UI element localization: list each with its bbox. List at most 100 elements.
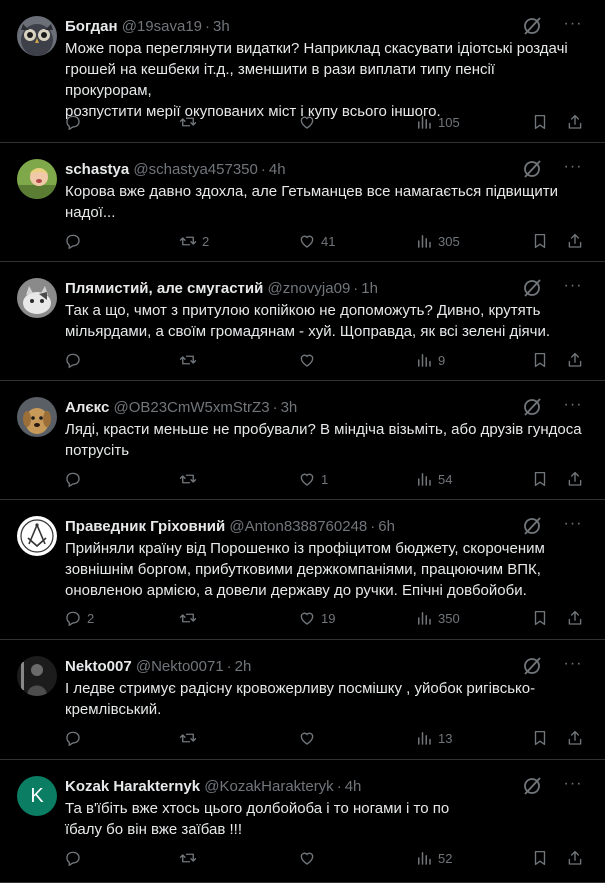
more-icon[interactable]: ···: [561, 775, 585, 797]
bookmark-button[interactable]: [531, 608, 549, 628]
avatar[interactable]: K: [17, 776, 57, 816]
more-icon[interactable]: ···: [561, 15, 585, 37]
retweet-button[interactable]: [179, 608, 202, 628]
bookmark-button[interactable]: [531, 112, 549, 132]
avatar[interactable]: [17, 278, 57, 318]
author-name[interactable]: Праведник Гріховний: [65, 518, 225, 535]
views-button[interactable]: 350: [415, 608, 460, 628]
retweet-button[interactable]: [179, 848, 202, 868]
retweet-button[interactable]: [179, 469, 202, 489]
retweet-button[interactable]: [179, 112, 202, 132]
bookmark-button[interactable]: [531, 231, 549, 251]
share-button[interactable]: [566, 728, 584, 748]
like-button[interactable]: 1: [298, 469, 328, 489]
more-icon[interactable]: ···: [561, 158, 585, 180]
tweet[interactable]: K Kozak Harakternyk @KozakHarakteryk · 4h …: [0, 760, 605, 883]
more-icon[interactable]: ···: [561, 396, 585, 418]
views-icon: [418, 235, 431, 248]
grok-icon[interactable]: [521, 396, 543, 418]
like-button[interactable]: [298, 112, 321, 132]
author-handle[interactable]: @Anton8388760248: [229, 518, 367, 535]
timestamp[interactable]: 1h: [361, 280, 378, 297]
grok-icon[interactable]: [521, 277, 543, 299]
share-button[interactable]: [566, 848, 584, 868]
avatar[interactable]: [17, 159, 57, 199]
timestamp[interactable]: 3h: [281, 399, 298, 416]
timestamp[interactable]: 4h: [345, 778, 362, 795]
reply-button[interactable]: [64, 231, 87, 251]
views-button[interactable]: 54: [415, 469, 452, 489]
share-icon: [568, 114, 582, 129]
author-handle[interactable]: @KozakHarakteryk: [204, 778, 333, 795]
retweet-button[interactable]: [179, 728, 202, 748]
tweet-text-line: зовнішнім боргом, прибутковими держкомпа…: [65, 561, 541, 578]
author-name[interactable]: Nekto007: [65, 658, 132, 675]
retweet-button[interactable]: [179, 350, 202, 370]
grok-icon[interactable]: [521, 775, 543, 797]
avatar[interactable]: [17, 397, 57, 437]
tweet[interactable]: schastya @schastya457350 · 4h ··· Корова в…: [0, 143, 605, 262]
like-icon: [300, 612, 314, 625]
like-icon: [300, 354, 314, 367]
views-button[interactable]: 9: [415, 350, 445, 370]
like-button[interactable]: [298, 728, 321, 748]
share-button[interactable]: [566, 469, 584, 489]
author-name[interactable]: Богдан: [65, 18, 118, 35]
avatar[interactable]: [17, 516, 57, 556]
reply-button[interactable]: [64, 112, 87, 132]
timestamp[interactable]: 2h: [235, 658, 252, 675]
like-button[interactable]: 19: [298, 608, 335, 628]
share-button[interactable]: [566, 112, 584, 132]
views-button[interactable]: 105: [415, 112, 460, 132]
avatar[interactable]: [17, 16, 57, 56]
tweet[interactable]: Праведник Гріховний @Anton8388760248 · 6h …: [0, 500, 605, 640]
grok-icon[interactable]: [521, 515, 543, 537]
timestamp[interactable]: 6h: [378, 518, 395, 535]
author-handle[interactable]: @znovyja09: [268, 280, 351, 297]
share-button[interactable]: [566, 231, 584, 251]
more-icon[interactable]: ···: [561, 655, 585, 677]
author-handle[interactable]: @OB23CmW5xmStrZ3: [113, 399, 269, 416]
avatar[interactable]: [17, 656, 57, 696]
reply-button[interactable]: [64, 350, 87, 370]
reply-button[interactable]: [64, 469, 87, 489]
grok-icon[interactable]: [521, 15, 543, 37]
tweet[interactable]: Nekto007 @Nekto0071 · 2h ··· І ледве стрим…: [0, 640, 605, 760]
views-button[interactable]: 305: [415, 231, 460, 251]
like-button[interactable]: 41: [298, 231, 335, 251]
tweet[interactable]: Богдан @19sava19 · 3h ··· Може пора перегл…: [0, 0, 605, 143]
reply-button[interactable]: 2: [64, 608, 94, 628]
views-button[interactable]: 52: [415, 848, 452, 868]
bookmark-button[interactable]: [531, 350, 549, 370]
like-button[interactable]: [298, 848, 321, 868]
author-name[interactable]: Плямистий, але смугастий: [65, 280, 263, 297]
more-icon[interactable]: ···: [561, 515, 585, 537]
tweet-header: Алєкс @OB23CmW5xmStrZ3 · 3h ···: [65, 396, 585, 418]
like-button[interactable]: [298, 350, 321, 370]
author-handle[interactable]: @19sava19: [122, 18, 202, 35]
author-handle[interactable]: @schastya457350: [133, 161, 257, 178]
bookmark-button[interactable]: [531, 728, 549, 748]
grok-icon[interactable]: [521, 158, 543, 180]
tweet[interactable]: Алєкс @OB23CmW5xmStrZ3 · 3h ··· Ляді, крас…: [0, 381, 605, 500]
retweet-button[interactable]: 2: [179, 231, 209, 251]
retweet-icon: [179, 355, 197, 365]
timestamp[interactable]: 3h: [213, 18, 230, 35]
timestamp[interactable]: 4h: [269, 161, 286, 178]
views-button[interactable]: 13: [415, 728, 452, 748]
action-bar: 2 19 350: [64, 608, 585, 628]
bookmark-button[interactable]: [531, 469, 549, 489]
reply-button[interactable]: [64, 848, 87, 868]
author-handle[interactable]: @Nekto0071: [136, 658, 224, 675]
grok-icon[interactable]: [521, 655, 543, 677]
more-icon[interactable]: ···: [561, 277, 585, 299]
tweet-header: Плямистий, але смугастий @znovyja09 · 1h ·…: [65, 277, 585, 299]
author-name[interactable]: schastya: [65, 161, 129, 178]
share-button[interactable]: [566, 350, 584, 370]
reply-button[interactable]: [64, 728, 87, 748]
share-button[interactable]: [566, 608, 584, 628]
tweet[interactable]: Плямистий, але смугастий @znovyja09 · 1h ·…: [0, 262, 605, 381]
bookmark-button[interactable]: [531, 848, 549, 868]
author-name[interactable]: Алєкс: [65, 399, 109, 416]
author-name[interactable]: Kozak Harakternyk: [65, 778, 200, 795]
